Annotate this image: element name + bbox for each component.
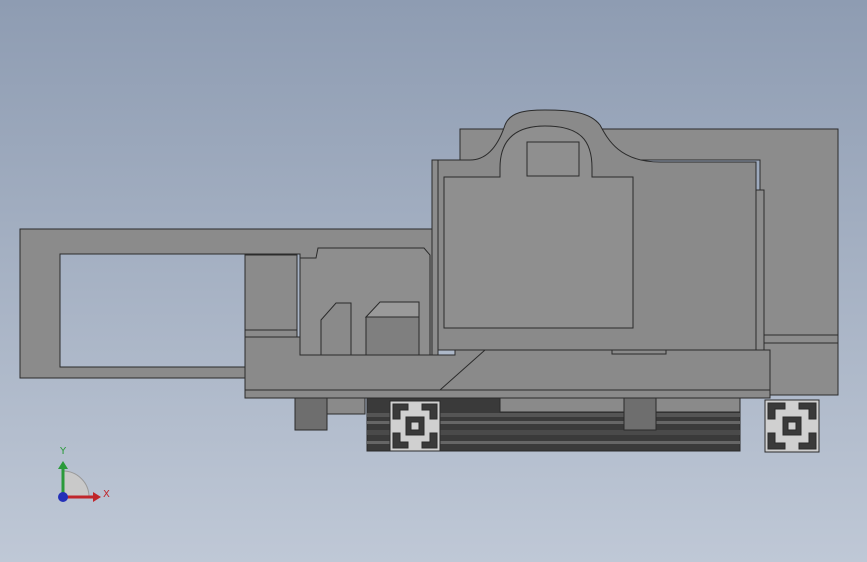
- extrusion-profile-right[interactable]: [764, 399, 820, 453]
- y-axis-label: Y: [59, 446, 67, 457]
- foot-pin-left[interactable]: [294, 397, 328, 431]
- triad-plane-arc: [62, 470, 90, 498]
- side-wall-left[interactable]: [431, 159, 439, 371]
- cad-viewport[interactable]: Y X: [0, 0, 867, 562]
- foot-pin-right[interactable]: [623, 397, 657, 431]
- plate-window: [526, 141, 580, 177]
- z-axis-dot-icon: [58, 492, 68, 502]
- rail-top-strip: [499, 397, 741, 413]
- y-axis-arrow-icon: [58, 461, 68, 469]
- slot-block: [365, 316, 420, 356]
- axis-triad: Y X: [58, 446, 110, 502]
- x-axis-arrow-icon: [93, 492, 101, 502]
- base-tab: [611, 349, 667, 355]
- assembly-model[interactable]: [19, 109, 839, 453]
- left-block-part[interactable]: [244, 254, 298, 338]
- x-axis-label: X: [103, 489, 110, 500]
- extrusion-profile-left[interactable]: [389, 400, 441, 452]
